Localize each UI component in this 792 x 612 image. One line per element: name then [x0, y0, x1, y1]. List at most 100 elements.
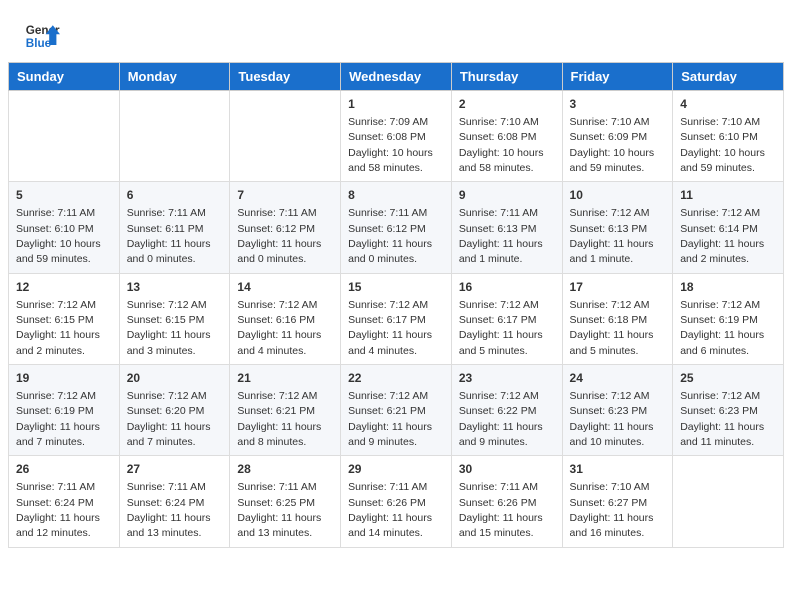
day-number: 13 — [127, 279, 223, 296]
day-cell-10: 10 Sunrise: 7:12 AMSunset: 6:13 PMDayligh… — [562, 182, 673, 273]
day-cell-20: 20 Sunrise: 7:12 AMSunset: 6:20 PMDayligh… — [119, 365, 230, 456]
day-info: Sunrise: 7:10 AMSunset: 6:10 PMDaylight:… — [680, 116, 765, 174]
day-number: 30 — [459, 461, 555, 478]
day-number: 1 — [348, 96, 444, 113]
day-info: Sunrise: 7:12 AMSunset: 6:17 PMDaylight:… — [459, 299, 543, 357]
day-info: Sunrise: 7:11 AMSunset: 6:13 PMDaylight:… — [459, 207, 543, 265]
day-cell-21: 21 Sunrise: 7:12 AMSunset: 6:21 PMDayligh… — [230, 365, 341, 456]
day-info: Sunrise: 7:11 AMSunset: 6:24 PMDaylight:… — [127, 481, 211, 539]
day-cell-1: 1 Sunrise: 7:09 AMSunset: 6:08 PMDaylight… — [341, 91, 452, 182]
day-cell-27: 27 Sunrise: 7:11 AMSunset: 6:24 PMDayligh… — [119, 456, 230, 547]
day-info: Sunrise: 7:10 AMSunset: 6:09 PMDaylight:… — [570, 116, 655, 174]
day-cell-24: 24 Sunrise: 7:12 AMSunset: 6:23 PMDayligh… — [562, 365, 673, 456]
day-number: 18 — [680, 279, 776, 296]
day-info: Sunrise: 7:11 AMSunset: 6:26 PMDaylight:… — [459, 481, 543, 539]
week-row-3: 12 Sunrise: 7:12 AMSunset: 6:15 PMDayligh… — [9, 273, 784, 364]
day-cell-9: 9 Sunrise: 7:11 AMSunset: 6:13 PMDaylight… — [451, 182, 562, 273]
day-number: 7 — [237, 187, 333, 204]
day-info: Sunrise: 7:10 AMSunset: 6:27 PMDaylight:… — [570, 481, 654, 539]
day-info: Sunrise: 7:09 AMSunset: 6:08 PMDaylight:… — [348, 116, 433, 174]
day-number: 10 — [570, 187, 666, 204]
empty-cell — [230, 91, 341, 182]
day-of-week-monday: Monday — [119, 63, 230, 91]
day-info: Sunrise: 7:12 AMSunset: 6:21 PMDaylight:… — [237, 390, 321, 448]
day-cell-16: 16 Sunrise: 7:12 AMSunset: 6:17 PMDayligh… — [451, 273, 562, 364]
week-row-4: 19 Sunrise: 7:12 AMSunset: 6:19 PMDayligh… — [9, 365, 784, 456]
day-info: Sunrise: 7:11 AMSunset: 6:26 PMDaylight:… — [348, 481, 432, 539]
day-info: Sunrise: 7:11 AMSunset: 6:24 PMDaylight:… — [16, 481, 100, 539]
day-number: 8 — [348, 187, 444, 204]
day-number: 9 — [459, 187, 555, 204]
day-number: 25 — [680, 370, 776, 387]
day-cell-2: 2Sunrise: 7:10 AMSunset: 6:08 PMDaylight… — [451, 91, 562, 182]
day-info: Sunrise: 7:12 AMSunset: 6:19 PMDaylight:… — [16, 390, 100, 448]
day-number: 16 — [459, 279, 555, 296]
day-of-week-thursday: Thursday — [451, 63, 562, 91]
day-info: Sunrise: 7:10 AMSunset: 6:08 PMDaylight:… — [459, 116, 544, 174]
calendar-header-row: SundayMondayTuesdayWednesdayThursdayFrid… — [9, 63, 784, 91]
empty-cell — [9, 91, 120, 182]
day-of-week-friday: Friday — [562, 63, 673, 91]
day-number: 4 — [680, 96, 776, 113]
day-number: 12 — [16, 279, 112, 296]
day-number: 11 — [680, 187, 776, 204]
day-number: 3 — [570, 96, 666, 113]
day-cell-6: 6Sunrise: 7:11 AMSunset: 6:11 PMDaylight… — [119, 182, 230, 273]
day-info: Sunrise: 7:12 AMSunset: 6:23 PMDaylight:… — [680, 390, 764, 448]
day-number: 6 — [127, 187, 223, 204]
day-cell-8: 8 Sunrise: 7:11 AMSunset: 6:12 PMDaylight… — [341, 182, 452, 273]
day-info: Sunrise: 7:12 AMSunset: 6:17 PMDaylight:… — [348, 299, 432, 357]
day-cell-30: 30 Sunrise: 7:11 AMSunset: 6:26 PMDayligh… — [451, 456, 562, 547]
day-cell-31: 31 Sunrise: 7:10 AMSunset: 6:27 PMDayligh… — [562, 456, 673, 547]
day-info: Sunrise: 7:12 AMSunset: 6:18 PMDaylight:… — [570, 299, 654, 357]
day-cell-29: 29 Sunrise: 7:11 AMSunset: 6:26 PMDayligh… — [341, 456, 452, 547]
day-cell-25: 25 Sunrise: 7:12 AMSunset: 6:23 PMDayligh… — [673, 365, 784, 456]
day-info: Sunrise: 7:12 AMSunset: 6:13 PMDaylight:… — [570, 207, 654, 265]
day-info: Sunrise: 7:12 AMSunset: 6:23 PMDaylight:… — [570, 390, 654, 448]
day-cell-7: 7 Sunrise: 7:11 AMSunset: 6:12 PMDaylight… — [230, 182, 341, 273]
day-info: Sunrise: 7:11 AMSunset: 6:12 PMDaylight:… — [348, 207, 432, 265]
day-number: 21 — [237, 370, 333, 387]
day-number: 29 — [348, 461, 444, 478]
day-cell-18: 18Sunrise: 7:12 AMSunset: 6:19 PMDayligh… — [673, 273, 784, 364]
day-of-week-wednesday: Wednesday — [341, 63, 452, 91]
day-info: Sunrise: 7:12 AMSunset: 6:21 PMDaylight:… — [348, 390, 432, 448]
day-number: 28 — [237, 461, 333, 478]
svg-text:Blue: Blue — [26, 37, 52, 50]
day-info: Sunrise: 7:12 AMSunset: 6:15 PMDaylight:… — [127, 299, 211, 357]
week-row-2: 5Sunrise: 7:11 AMSunset: 6:10 PMDaylight… — [9, 182, 784, 273]
day-info: Sunrise: 7:12 AMSunset: 6:16 PMDaylight:… — [237, 299, 321, 357]
day-number: 24 — [570, 370, 666, 387]
calendar-table: SundayMondayTuesdayWednesdayThursdayFrid… — [8, 62, 784, 548]
day-info: Sunrise: 7:11 AMSunset: 6:12 PMDaylight:… — [237, 207, 321, 265]
day-number: 20 — [127, 370, 223, 387]
day-of-week-tuesday: Tuesday — [230, 63, 341, 91]
day-number: 14 — [237, 279, 333, 296]
day-number: 31 — [570, 461, 666, 478]
day-cell-14: 14 Sunrise: 7:12 AMSunset: 6:16 PMDayligh… — [230, 273, 341, 364]
day-number: 27 — [127, 461, 223, 478]
day-of-week-saturday: Saturday — [673, 63, 784, 91]
header: General Blue — [0, 0, 792, 62]
day-cell-15: 15 Sunrise: 7:12 AMSunset: 6:17 PMDayligh… — [341, 273, 452, 364]
week-row-1: 1 Sunrise: 7:09 AMSunset: 6:08 PMDaylight… — [9, 91, 784, 182]
day-info: Sunrise: 7:11 AMSunset: 6:25 PMDaylight:… — [237, 481, 321, 539]
day-number: 19 — [16, 370, 112, 387]
day-cell-19: 19 Sunrise: 7:12 AMSunset: 6:19 PMDayligh… — [9, 365, 120, 456]
day-cell-5: 5Sunrise: 7:11 AMSunset: 6:10 PMDaylight… — [9, 182, 120, 273]
day-number: 15 — [348, 279, 444, 296]
day-info: Sunrise: 7:12 AMSunset: 6:20 PMDaylight:… — [127, 390, 211, 448]
day-cell-26: 26 Sunrise: 7:11 AMSunset: 6:24 PMDayligh… — [9, 456, 120, 547]
week-row-5: 26 Sunrise: 7:11 AMSunset: 6:24 PMDayligh… — [9, 456, 784, 547]
day-info: Sunrise: 7:12 AMSunset: 6:15 PMDaylight:… — [16, 299, 100, 357]
day-cell-22: 22 Sunrise: 7:12 AMSunset: 6:21 PMDayligh… — [341, 365, 452, 456]
day-cell-11: 11Sunrise: 7:12 AMSunset: 6:14 PMDayligh… — [673, 182, 784, 273]
day-number: 26 — [16, 461, 112, 478]
day-number: 22 — [348, 370, 444, 387]
day-cell-17: 17Sunrise: 7:12 AMSunset: 6:18 PMDayligh… — [562, 273, 673, 364]
day-of-week-sunday: Sunday — [9, 63, 120, 91]
empty-cell — [119, 91, 230, 182]
day-cell-13: 13 Sunrise: 7:12 AMSunset: 6:15 PMDayligh… — [119, 273, 230, 364]
day-cell-28: 28 Sunrise: 7:11 AMSunset: 6:25 PMDayligh… — [230, 456, 341, 547]
day-number: 5 — [16, 187, 112, 204]
